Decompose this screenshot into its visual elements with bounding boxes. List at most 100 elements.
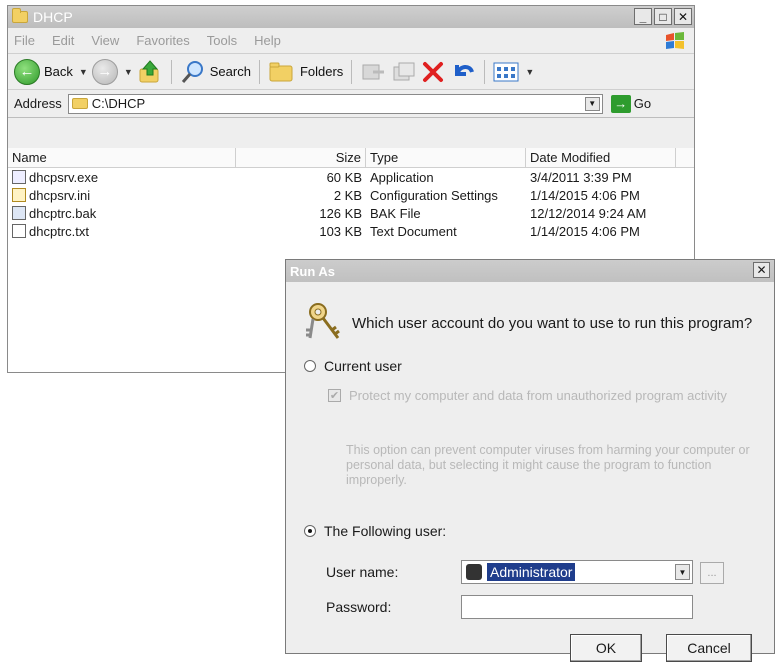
file-type: Text Document: [370, 223, 457, 239]
file-date: 1/14/2015 4:06 PM: [530, 223, 640, 239]
menu-favorites[interactable]: Favorites: [136, 33, 189, 48]
dialog-close-button[interactable]: ✕: [753, 262, 770, 278]
menu-tools[interactable]: Tools: [207, 33, 237, 48]
menu-edit[interactable]: Edit: [52, 33, 74, 48]
undo-icon[interactable]: [450, 59, 476, 85]
protect-description: This option can prevent computer viruses…: [346, 443, 750, 487]
back-label: Back: [44, 64, 73, 79]
address-input[interactable]: C:\DHCP ▼: [67, 93, 603, 114]
password-label: Password:: [326, 599, 392, 615]
column-type[interactable]: Type: [366, 148, 526, 167]
username-combobox[interactable]: Administrator ▼: [461, 560, 693, 584]
chevron-down-icon: ▼: [78, 66, 88, 77]
views-icon: [493, 62, 519, 81]
file-size: 126 KB: [319, 205, 362, 221]
file-date: 3/4/2011 3:39 PM: [530, 169, 632, 185]
file-row[interactable]: dhcpsrv.ini 2 KB Configuration Settings …: [8, 186, 694, 204]
file-name: dhcptrc.txt: [29, 223, 89, 239]
menu-bar: File Edit View Favorites Tools Help: [8, 28, 694, 54]
ini-icon: [12, 188, 26, 202]
move-to-icon[interactable]: [360, 59, 386, 85]
forward-arrow-icon: →: [91, 58, 118, 85]
protect-label: Protect my computer and data from unauth…: [349, 388, 727, 403]
file-date: 1/14/2015 4:06 PM: [530, 187, 640, 203]
file-type: BAK File: [370, 205, 421, 221]
username-dropdown-button[interactable]: ▼: [675, 564, 690, 580]
delete-icon[interactable]: [420, 59, 446, 85]
toolbar-divider: [170, 59, 172, 84]
column-size[interactable]: Size: [236, 148, 366, 167]
menu-file[interactable]: File: [14, 33, 35, 48]
file-size: 60 KB: [326, 169, 362, 185]
following-user-radio[interactable]: [304, 525, 316, 537]
back-button[interactable]: ← Back ▼: [14, 58, 88, 85]
file-type: Application: [370, 169, 434, 185]
maximize-button[interactable]: □: [654, 8, 672, 25]
file-name: dhcpsrv.ini: [29, 187, 91, 203]
folder-icon: [12, 8, 28, 23]
following-user-label: The Following user:: [324, 523, 447, 539]
go-arrow-icon: →: [610, 94, 631, 113]
cancel-button[interactable]: Cancel: [666, 634, 752, 662]
protect-option: ✔ Protect my computer and data from unau…: [328, 388, 727, 403]
password-input[interactable]: [461, 595, 693, 619]
current-user-option[interactable]: Current user: [304, 358, 402, 374]
menu-view[interactable]: View: [91, 33, 119, 48]
up-folder-icon[interactable]: [137, 59, 163, 85]
username-label: User name:: [326, 564, 399, 580]
chevron-down-icon: ▼: [123, 66, 133, 77]
back-arrow-icon: ←: [14, 58, 40, 85]
column-date-modified[interactable]: Date Modified: [526, 148, 676, 167]
menu-help[interactable]: Help: [254, 33, 281, 48]
file-name: dhcptrc.bak: [29, 205, 97, 221]
folder-icon: [71, 98, 88, 109]
column-headers: Name Size Type Date Modified: [8, 148, 694, 168]
user-icon: [466, 564, 482, 580]
toolbar-divider: [484, 59, 486, 84]
file-type: Configuration Settings: [370, 187, 498, 203]
file-size: 103 KB: [319, 223, 362, 239]
window-controls: _ □ ✕: [634, 8, 692, 25]
file-name: dhcpsrv.exe: [29, 169, 99, 185]
txt-icon: [12, 224, 26, 238]
following-user-option[interactable]: The Following user:: [304, 523, 446, 539]
file-row[interactable]: dhcpsrv.exe 60 KB Application 3/4/2011 3…: [8, 168, 694, 186]
current-user-label: Current user: [324, 358, 402, 374]
address-value: C:\DHCP: [91, 96, 146, 111]
current-user-radio[interactable]: [304, 360, 316, 372]
search-label: Search: [209, 64, 251, 79]
browse-button[interactable]: ...: [700, 562, 724, 584]
search-icon: [181, 60, 203, 83]
username-value: Administrator: [487, 563, 576, 581]
views-button[interactable]: ▼: [493, 61, 534, 83]
dialog-title: Run As: [290, 263, 336, 279]
toolbar: ← Back ▼ → ▼ Search Folders ▼: [8, 54, 694, 90]
windows-flag-icon: [666, 32, 684, 49]
folders-button[interactable]: Folders: [268, 60, 343, 84]
bak-icon: [12, 206, 26, 220]
go-button[interactable]: → Go: [610, 94, 652, 113]
folders-icon: [269, 62, 293, 81]
go-label: Go: [633, 96, 652, 111]
column-name[interactable]: Name: [8, 148, 236, 167]
dialog-titlebar[interactable]: Run As ✕: [286, 260, 774, 282]
explorer-titlebar[interactable]: DHCP _ □ ✕: [8, 6, 694, 28]
keys-icon: [306, 303, 340, 339]
toolbar-divider: [258, 59, 260, 84]
copy-to-icon[interactable]: [390, 59, 416, 85]
file-size: 2 KB: [333, 187, 362, 203]
forward-button[interactable]: → ▼: [91, 58, 133, 85]
file-row[interactable]: dhcptrc.bak 126 KB BAK File 12/12/2014 9…: [8, 204, 694, 222]
ok-button[interactable]: OK: [570, 634, 642, 662]
window-title: DHCP: [33, 9, 73, 25]
close-button[interactable]: ✕: [674, 8, 692, 25]
file-row[interactable]: dhcptrc.txt 103 KB Text Document 1/14/20…: [8, 222, 694, 240]
search-button[interactable]: Search: [180, 59, 251, 85]
address-dropdown-button[interactable]: ▼: [584, 96, 600, 111]
minimize-button[interactable]: _: [634, 8, 652, 25]
toolbar-divider: [351, 59, 353, 84]
address-label: Address: [14, 96, 62, 111]
dialog-body: Which user account do you want to use to…: [286, 282, 774, 662]
protect-checkbox: ✔: [328, 389, 341, 402]
run-as-dialog: Run As ✕ Which user account do you want …: [285, 259, 775, 662]
